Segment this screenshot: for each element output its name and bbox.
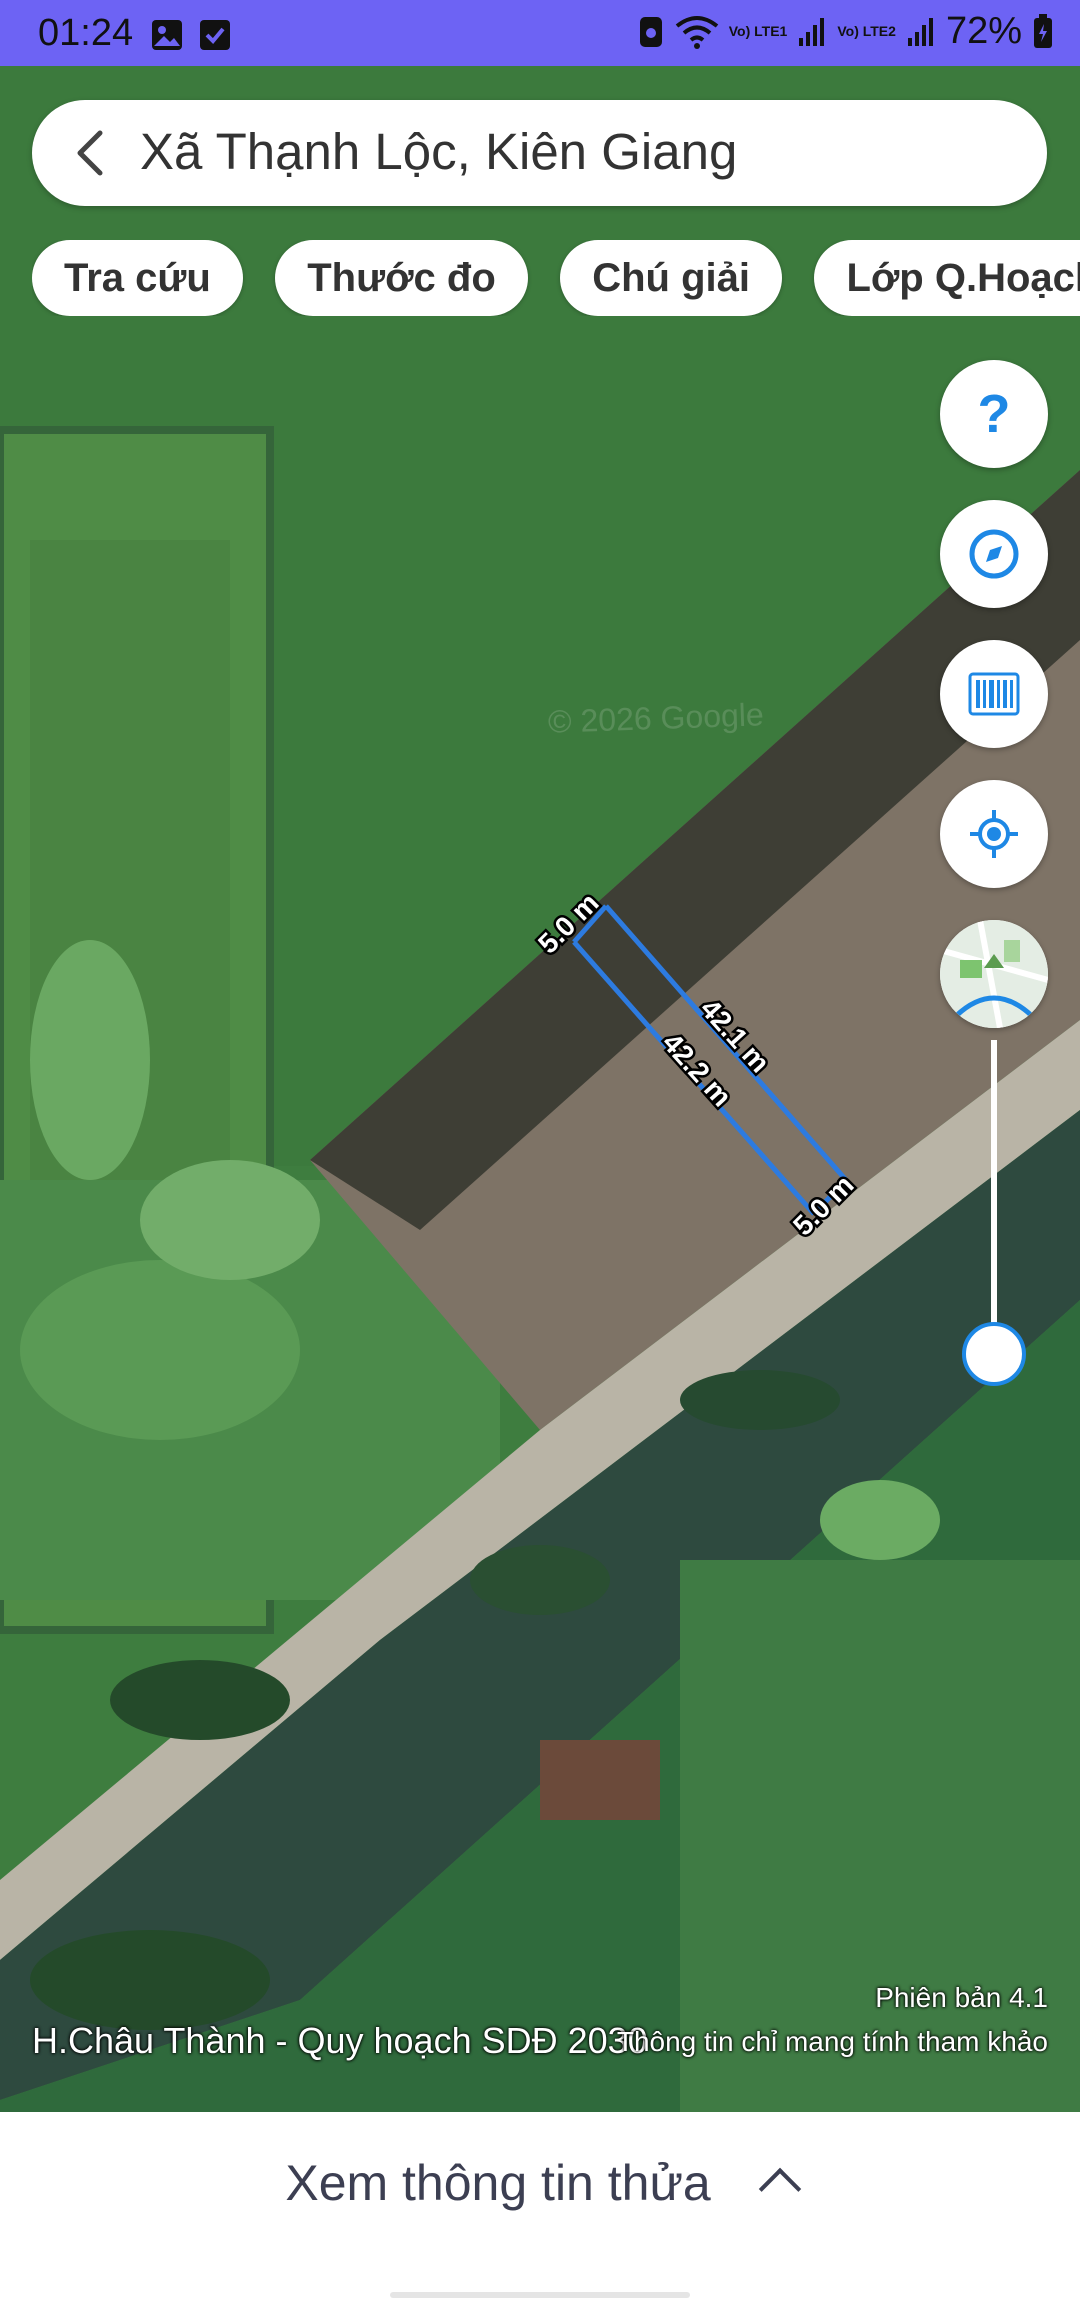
chip-tra-cuu[interactable]: Tra cứu bbox=[32, 240, 243, 316]
screen-record-icon bbox=[639, 16, 662, 47]
tool-chips: Tra cứu Thước đo Chú giải Lớp Q.Hoạch bbox=[32, 240, 1080, 316]
help-button[interactable]: ? bbox=[940, 360, 1048, 468]
map-view[interactable]: © 2026 Google 5.0 m 42.1 m 42.2 m 5.0 m bbox=[0, 66, 1080, 2112]
disclaimer-label: Thông tin chỉ mang tính tham khảo bbox=[616, 2026, 1048, 2057]
map-thumbnail-icon bbox=[940, 920, 1048, 1028]
network-1-label: Vo) LTE1 bbox=[728, 23, 788, 39]
opacity-slider-knob[interactable] bbox=[962, 1322, 1026, 1386]
battery-text: 72% bbox=[945, 10, 1022, 52]
network-2-label: Vo) LTE2 bbox=[837, 23, 896, 39]
chip-thuoc-do[interactable]: Thước đo bbox=[275, 240, 528, 316]
barcode-icon bbox=[968, 672, 1020, 716]
chevron-up-icon bbox=[758, 2167, 801, 2211]
battery-icon bbox=[1034, 13, 1052, 48]
measure-label-bottom: 5.0 m bbox=[787, 1169, 860, 1242]
gallery-icon bbox=[152, 20, 182, 50]
barcode-button[interactable] bbox=[940, 640, 1048, 748]
compass-icon bbox=[969, 529, 1019, 579]
status-time: 01:24 bbox=[38, 12, 134, 54]
parcel-info-label: Xem thông tin thửa bbox=[285, 2155, 711, 2211]
notification-icons bbox=[150, 18, 232, 52]
plan-name-label: H.Châu Thành - Quy hoạch SDĐ 2030 bbox=[32, 2020, 648, 2061]
help-icon: ? bbox=[977, 384, 1011, 444]
back-arrow-icon[interactable] bbox=[64, 125, 120, 181]
measurement-overlay: 5.0 m 42.1 m 42.2 m 5.0 m bbox=[530, 885, 863, 1245]
chip-lop-quy-hoach[interactable]: Lớp Q.Hoạch bbox=[814, 240, 1080, 316]
search-bar[interactable]: Xã Thạnh Lộc, Kiên Giang bbox=[32, 100, 1047, 206]
opacity-slider-track[interactable] bbox=[991, 1040, 997, 1352]
chip-chu-giai[interactable]: Chú giải bbox=[560, 240, 782, 316]
my-location-icon bbox=[970, 810, 1018, 858]
signal-icon bbox=[907, 17, 933, 46]
signal-icon bbox=[799, 17, 825, 46]
checkbox-icon bbox=[200, 20, 230, 50]
map-layer-button[interactable] bbox=[940, 920, 1048, 1028]
my-location-button[interactable] bbox=[940, 780, 1048, 888]
home-indicator bbox=[390, 2292, 690, 2298]
version-label: Phiên bản 4.1 bbox=[875, 1982, 1048, 2013]
status-right: Vo) LTE1 Vo) LTE2 72% bbox=[637, 10, 1054, 53]
status-bar: 01:24 Vo) LTE1 Vo) LTE2 72% bbox=[0, 0, 1080, 66]
compass-button[interactable] bbox=[940, 500, 1048, 608]
parcel-info-toggle[interactable]: Xem thông tin thửa bbox=[0, 2154, 1080, 2212]
bottom-sheet[interactable]: Xem thông tin thửa bbox=[0, 2112, 1080, 2316]
wifi-icon bbox=[675, 15, 718, 49]
location-title[interactable]: Xã Thạnh Lộc, Kiên Giang bbox=[140, 122, 737, 181]
